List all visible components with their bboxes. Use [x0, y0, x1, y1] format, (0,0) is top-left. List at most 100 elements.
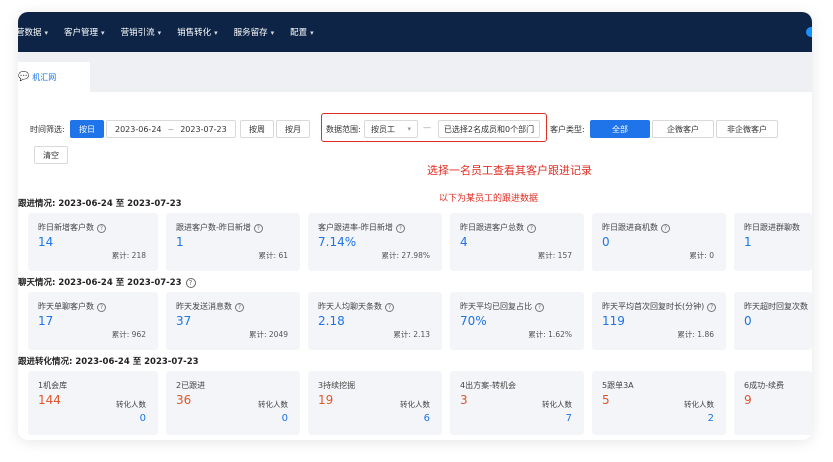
- chevron-down-icon: ▾: [44, 29, 49, 37]
- card-value: 17: [38, 314, 54, 328]
- card-title-text: 昨天发送消息数: [176, 302, 232, 311]
- card-value: 5: [602, 393, 610, 407]
- card-value: 1: [744, 235, 752, 249]
- card-title: 昨日新增客户数?: [38, 222, 106, 233]
- type-non-wecom-button[interactable]: 非企微客户: [716, 120, 778, 138]
- type-wecom-button[interactable]: 企微客户: [652, 120, 714, 138]
- card-value: 2.18: [318, 314, 345, 328]
- card-total: 累计: 0: [689, 251, 714, 260]
- top-navigation: 营数据 ▾ 客户管理 ▾ 营销引流 ▾ 销售转化 ▾ 服务留存 ▾ 配置 ▾: [18, 12, 812, 52]
- nav-item-marketing[interactable]: 营销引流 ▾: [121, 26, 162, 38]
- card-title-text: 昨日跟进客户总数: [460, 223, 524, 232]
- card-total: 累计: 1.62%: [528, 330, 572, 339]
- card-title: 昨日跟进商机数?: [602, 222, 670, 233]
- card-value: 0: [602, 235, 610, 249]
- clear-button[interactable]: 清空: [34, 146, 68, 164]
- nav-item-service[interactable]: 服务留存 ▾: [234, 26, 275, 38]
- chat-bubble-icon: 💬: [18, 72, 30, 82]
- conversion-label: 转化人数: [684, 400, 714, 409]
- date-start: 2023-06-24: [115, 124, 162, 134]
- date-end: 2023-07-23: [180, 124, 227, 134]
- followup-card: 昨日跟进群聊数 1: [734, 213, 812, 271]
- scope-dash: —: [423, 123, 431, 132]
- help-icon[interactable]: ?: [527, 224, 536, 233]
- card-title-text: 昨日跟进商机数: [602, 223, 658, 232]
- conversion-value: 0: [139, 413, 146, 424]
- scope-select-value: 按员工: [371, 124, 395, 134]
- annotation-select-employee: 选择一名员工查看其客户跟进记录: [427, 164, 592, 177]
- conversion-section-title: 跟进转化情况: 2023-06-24 至 2023-07-23: [18, 357, 199, 367]
- card-title: 2已跟进: [176, 381, 206, 390]
- chat-card: 昨天人均聊天条数? 2.18 累计: 2.13: [308, 292, 442, 350]
- followup-section-title: 跟进情况: 2023-06-24 至 2023-07-23: [18, 199, 182, 209]
- card-value: 70%: [460, 314, 487, 328]
- help-icon[interactable]: ?: [97, 224, 106, 233]
- stage-card: 5跟单3A 5 转化人数 2: [592, 371, 726, 435]
- help-icon[interactable]: ?: [253, 224, 263, 233]
- by-month-button[interactable]: 按月: [276, 120, 310, 138]
- nav-item-label: 服务留存: [233, 28, 268, 38]
- conversion-value: 7: [565, 413, 572, 424]
- card-value: 37: [176, 314, 192, 328]
- conversion-value: 6: [423, 413, 430, 424]
- conversion-value: 0: [281, 413, 288, 424]
- customer-type-label: 客户类型:: [550, 125, 585, 134]
- card-value: 14: [38, 235, 54, 249]
- card-total: 累计: 27.98%: [381, 251, 430, 260]
- help-icon[interactable]: ?: [535, 303, 544, 312]
- card-value: 9: [744, 393, 752, 407]
- nav-item-sales[interactable]: 销售转化 ▾: [177, 26, 218, 38]
- nav-item-operations-data[interactable]: 营数据 ▾: [18, 26, 48, 38]
- conversion-label: 转化人数: [400, 400, 430, 409]
- tab-label: 机汇网: [32, 72, 57, 82]
- card-title-text: 昨天平均已回复占比: [460, 302, 532, 311]
- by-week-button[interactable]: 按周: [240, 120, 274, 138]
- help-icon[interactable]: ?: [385, 303, 394, 312]
- card-value: 1: [176, 235, 184, 249]
- card-title: 昨天人均聊天条数?: [318, 301, 394, 312]
- data-scope-label: 数据范围:: [326, 125, 361, 134]
- app-window: 营数据 ▾ 客户管理 ▾ 营销引流 ▾ 销售转化 ▾ 服务留存 ▾ 配置 ▾ 💬 机汇网 时…: [18, 12, 812, 440]
- card-value: 36: [176, 393, 192, 407]
- card-title: 跟进客户数-昨日新增?: [176, 222, 263, 233]
- card-title: 昨天单聊客户数?: [38, 301, 106, 312]
- card-title: 4出方案-转机会: [460, 381, 516, 390]
- chevron-down-icon: ▾: [101, 29, 105, 37]
- chat-card: 昨天单聊客户数? 17 累计: 962: [28, 292, 158, 350]
- user-avatar-icon[interactable]: [806, 27, 812, 37]
- card-total: 累计: 218: [111, 251, 146, 260]
- card-total: 累计: 61: [258, 251, 288, 260]
- chat-card: 昨天超时回复次数 0: [734, 292, 812, 350]
- card-title: 6成功-续费: [744, 381, 784, 390]
- help-icon[interactable]: ?: [661, 224, 670, 233]
- scope-select[interactable]: 按员工 ▾: [364, 120, 418, 138]
- chat-section-title: 聊天情况: 2023-06-24 至 2023-07-23?: [18, 276, 196, 288]
- nav-item-label: 销售转化: [177, 28, 212, 38]
- card-title-text: 昨日新增客户数: [38, 223, 94, 232]
- help-icon[interactable]: ?: [97, 303, 106, 312]
- tab-current-page[interactable]: 💬 机汇网: [18, 62, 90, 92]
- nav-item-config[interactable]: 配置 ▾: [290, 26, 314, 38]
- chevron-down-icon: ▾: [270, 29, 275, 37]
- chevron-down-icon: ▾: [407, 125, 411, 133]
- card-title: 昨天平均已回复占比?: [460, 301, 544, 312]
- member-select-button[interactable]: 已选择2名成员和0个部门: [438, 120, 540, 138]
- help-icon[interactable]: ?: [235, 303, 244, 312]
- card-value: 144: [38, 393, 61, 407]
- card-total: 累计: 1.86: [677, 330, 714, 339]
- chat-card: 昨天平均已回复占比? 70% 累计: 1.62%: [450, 292, 584, 350]
- conversion-label: 转化人数: [542, 400, 572, 409]
- help-icon[interactable]: ?: [707, 303, 717, 312]
- card-value: 4: [460, 235, 468, 249]
- chat-card: 昨天平均首次回复时长(分钟)? 119 累计: 1.86: [592, 292, 726, 350]
- card-value: 3: [460, 393, 468, 407]
- type-all-button[interactable]: 全部: [590, 120, 650, 138]
- card-value: 19: [318, 393, 334, 407]
- by-day-button[interactable]: 按日: [70, 120, 104, 138]
- date-range-picker[interactable]: 2023-06-24 ~ 2023-07-23: [106, 120, 236, 138]
- nav-item-customer-management[interactable]: 客户管理 ▾: [64, 26, 105, 38]
- help-icon[interactable]: ?: [185, 278, 196, 288]
- chat-card: 昨天发送消息数? 37 累计: 2049: [166, 292, 300, 350]
- help-icon[interactable]: ?: [395, 224, 405, 233]
- chevron-down-icon: ▾: [157, 29, 162, 37]
